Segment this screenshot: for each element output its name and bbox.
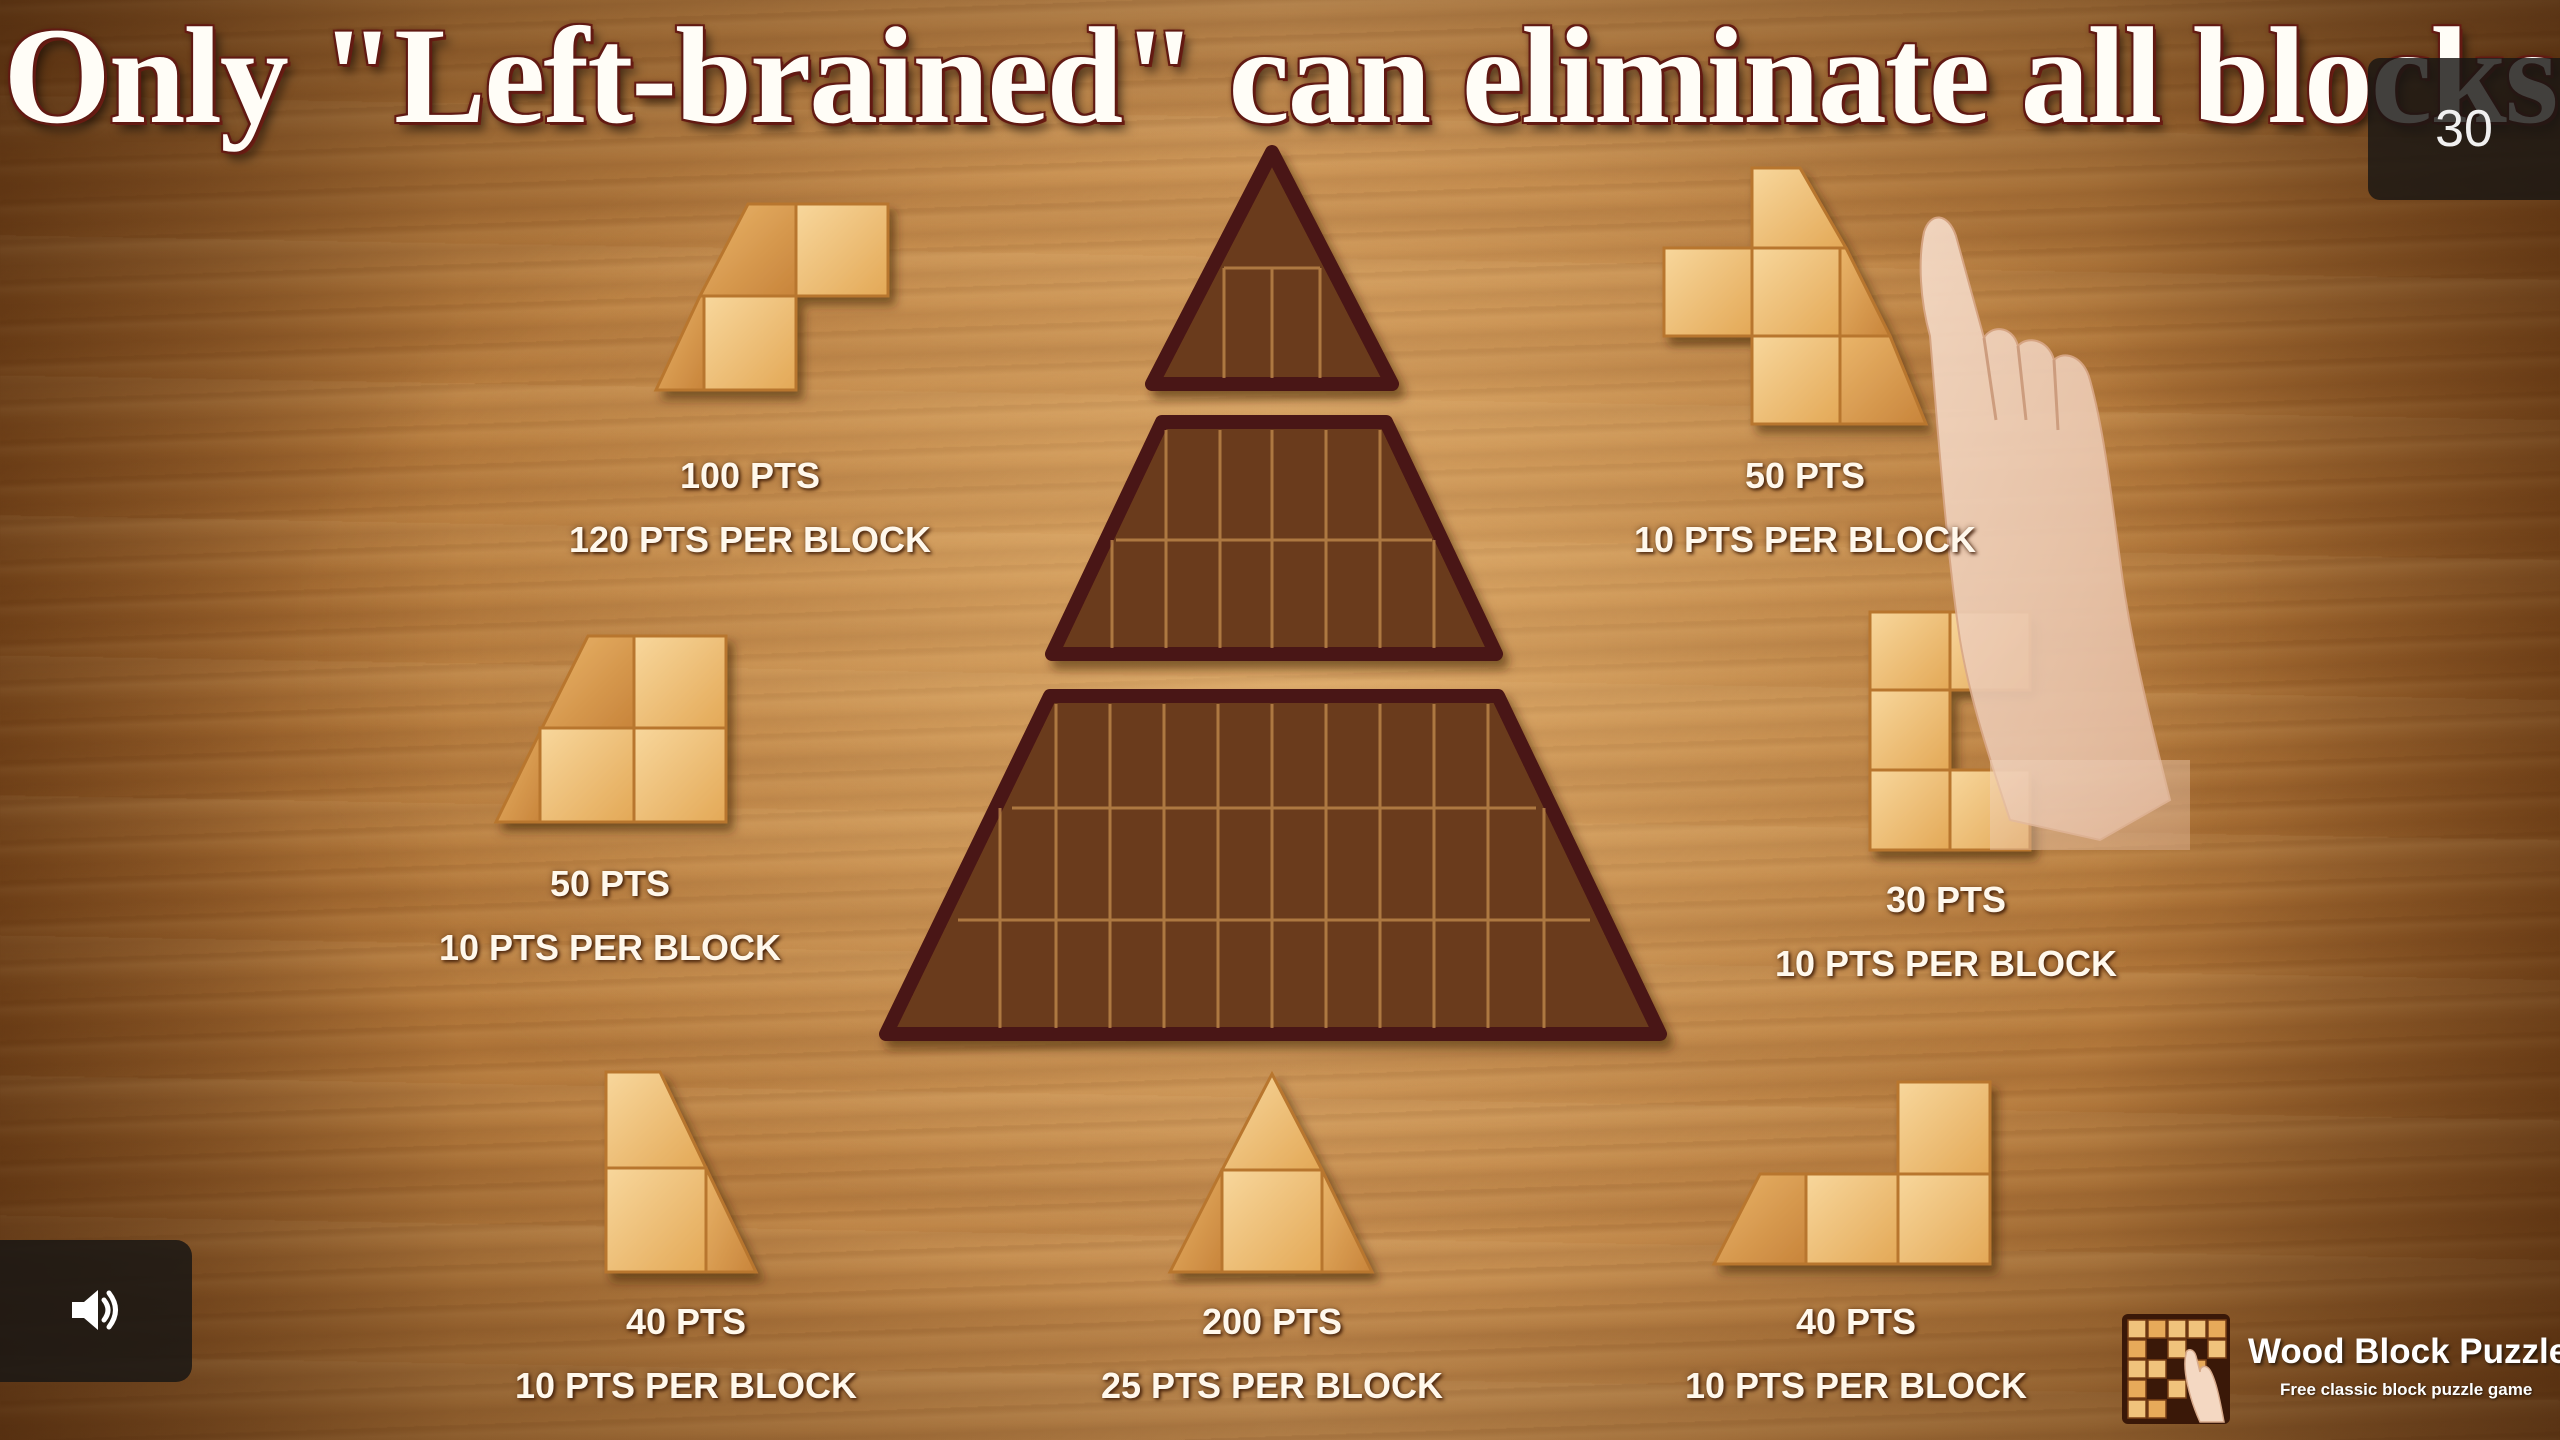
piece-top-right-caption: 50 PTS 10 PTS PER BLOCK	[1620, 444, 1990, 572]
points-label: 30 PTS	[1885, 879, 2007, 920]
piece-top-left-shape[interactable]	[653, 202, 890, 392]
piece-top-left-caption: 100 PTS 120 PTS PER BLOCK	[560, 444, 940, 572]
piece-bottom-right-shape[interactable]	[1711, 1080, 1992, 1266]
piece-bottom-center-caption: 200 PTS 25 PTS PER BLOCK	[1082, 1290, 1462, 1418]
piece-bottom-left-caption: 40 PTS 10 PTS PER BLOCK	[496, 1290, 876, 1418]
piece-top-right-shape[interactable]	[1662, 166, 1929, 426]
per-block-label: 10 PTS PER BLOCK	[1633, 519, 1977, 560]
per-block-label: 10 PTS PER BLOCK	[1684, 1365, 2028, 1406]
piece-bottom-right-caption: 40 PTS 10 PTS PER BLOCK	[1666, 1290, 2046, 1418]
points-label: 40 PTS	[1795, 1301, 1917, 1342]
points-label: 200 PTS	[1201, 1301, 1343, 1342]
sound-toggle-button[interactable]	[0, 1240, 192, 1382]
brand-banner[interactable]: Wood Block Puzzle Free classic block puz…	[2120, 1310, 2560, 1440]
per-block-label: 25 PTS PER BLOCK	[1100, 1365, 1444, 1406]
per-block-label: 10 PTS PER BLOCK	[438, 927, 782, 968]
wood-block-puzzle-logo-icon	[2122, 1314, 2230, 1424]
per-block-label: 10 PTS PER BLOCK	[514, 1365, 858, 1406]
points-label: 100 PTS	[679, 455, 821, 496]
piece-middle-right-caption: 30 PTS 10 PTS PER BLOCK	[1756, 868, 2136, 996]
brand-name: Wood Block Puzzle	[2248, 1332, 2560, 1371]
points-label: 40 PTS	[625, 1301, 747, 1342]
piece-bottom-left-shape[interactable]	[604, 1070, 759, 1274]
brand-tagline: Free classic block puzzle game	[2280, 1380, 2533, 1399]
per-block-label: 10 PTS PER BLOCK	[1774, 943, 2118, 984]
board-middle-section	[1045, 415, 1503, 661]
countdown-timer: 30	[2368, 58, 2560, 200]
game-canvas	[493, 145, 2190, 1274]
points-label: 50 PTS	[549, 863, 671, 904]
per-block-label: 120 PTS PER BLOCK	[568, 519, 932, 560]
piece-middle-left-shape[interactable]	[493, 634, 728, 824]
piece-bottom-center-shape[interactable]	[1167, 1070, 1375, 1274]
piece-middle-left-caption: 50 PTS 10 PTS PER BLOCK	[420, 852, 800, 980]
points-label: 50 PTS	[1744, 455, 1866, 496]
speaker-icon	[72, 1290, 118, 1330]
